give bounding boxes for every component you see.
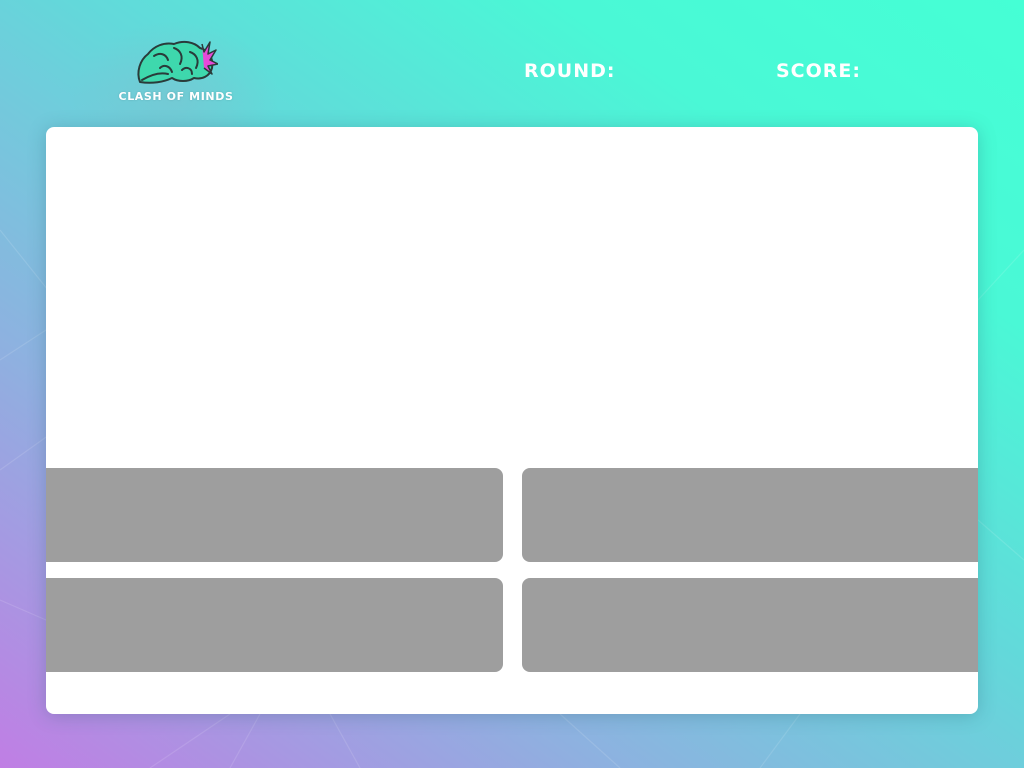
answer-button-1[interactable] [46,468,503,562]
logo-title: CLASH OF MINDS [118,90,234,103]
game-header: CLASH OF MINDS ROUND: SCORE: [0,0,1024,170]
answer-button-4[interactable] [522,578,978,672]
round-label: ROUND: [524,60,616,82]
game-logo: CLASH OF MINDS [96,38,256,110]
game-card [46,127,978,714]
answer-button-2[interactable] [522,468,978,562]
score-label: SCORE: [776,60,861,82]
question-area [46,127,978,467]
brain-icon [137,40,218,84]
answer-button-3[interactable] [46,578,503,672]
